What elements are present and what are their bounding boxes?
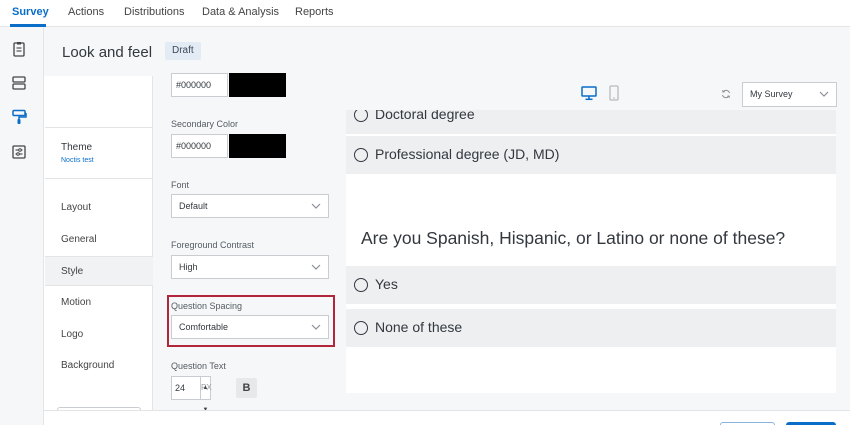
mobile-icon[interactable]	[608, 85, 620, 101]
chevron-down-icon	[819, 91, 829, 97]
survey-preview: Doctoral degree Professional degree (JD,…	[346, 110, 836, 393]
font-select[interactable]: Default	[171, 194, 329, 218]
answer-option-label: Yes	[375, 276, 398, 292]
contrast-label: Foreground Contrast	[171, 240, 255, 250]
primary-color-swatch[interactable]	[229, 73, 286, 97]
font-label: Font	[171, 180, 190, 190]
desktop-icon[interactable]	[581, 85, 597, 101]
survey-options-icon[interactable]	[8, 141, 30, 163]
chevron-down-icon	[311, 203, 321, 209]
page-header: Look and feel Draft	[44, 27, 850, 76]
answer-option[interactable]: Professional degree (JD, MD)	[346, 136, 836, 174]
answer-option-label: None of these	[375, 319, 463, 335]
nav-item-style[interactable]: Style	[45, 256, 153, 286]
question-text: Are you Spanish, Hispanic, or Latino or …	[361, 228, 786, 248]
chevron-down-icon	[311, 264, 321, 270]
radio-button[interactable]	[354, 110, 368, 122]
theme-label: Theme	[61, 142, 93, 153]
tab-data-analysis[interactable]: Data & Analysis	[202, 6, 279, 18]
answer-option[interactable]: None of these	[346, 309, 836, 347]
primary-color-input[interactable]: #000000	[171, 73, 228, 97]
style-settings-panel: #000000 Secondary Color #000000 Font Def…	[153, 73, 346, 413]
question-text-label: Question Text	[171, 361, 226, 371]
survey-selector-value: My Survey	[750, 89, 793, 99]
secondary-color-swatch[interactable]	[229, 134, 286, 158]
preview-gutter	[836, 110, 850, 410]
tool-rail	[0, 27, 44, 425]
secondary-color-input[interactable]: #000000	[171, 134, 228, 158]
theme-name-link[interactable]: Noctis test	[61, 157, 94, 164]
preview-bottom-gutter	[346, 393, 850, 410]
radio-button[interactable]	[354, 278, 368, 292]
status-badge: Draft	[165, 42, 201, 60]
font-select-value: Default	[179, 201, 208, 211]
contrast-select[interactable]: High	[171, 255, 329, 279]
answer-option-label: Professional degree (JD, MD)	[375, 146, 560, 162]
tab-reports[interactable]: Reports	[295, 6, 334, 18]
nav-item-motion[interactable]: Motion	[45, 288, 153, 318]
nav-item-background[interactable]: Background	[45, 351, 153, 381]
radio-button[interactable]	[354, 321, 368, 335]
footer-bar	[44, 410, 850, 425]
nav-item-logo[interactable]: Logo	[45, 320, 153, 350]
stepper-up-icon[interactable]: ▲	[203, 377, 209, 399]
nav-item-general[interactable]: General	[45, 225, 153, 255]
question-text-size-value: 24	[175, 383, 186, 393]
tab-actions[interactable]: Actions	[68, 6, 104, 18]
refresh-icon[interactable]	[721, 89, 731, 99]
nav-item-layout[interactable]: Layout	[45, 193, 153, 223]
answer-option-label: Doctoral degree	[375, 110, 475, 122]
contrast-select-value: High	[179, 262, 198, 272]
look-and-feel-icon[interactable]	[8, 106, 30, 128]
question-spacing-value: Comfortable	[179, 322, 229, 332]
question-spacing-select[interactable]: Comfortable	[171, 315, 329, 339]
survey-icon[interactable]	[8, 38, 30, 60]
tab-survey[interactable]: Survey	[12, 6, 49, 18]
bold-toggle-button[interactable]: B	[236, 378, 257, 398]
top-nav: Survey Actions Distributions Data & Anal…	[0, 0, 850, 27]
settings-nav: Theme Noctis test Layout General Style M…	[45, 76, 153, 413]
answer-option[interactable]: Doctoral degree	[346, 110, 836, 134]
question-text-size-input[interactable]: 24 PX ▲ ▼	[171, 376, 212, 413]
secondary-color-label: Secondary Color	[171, 119, 239, 129]
workflow-icon[interactable]	[8, 72, 30, 94]
chevron-down-icon	[311, 324, 321, 330]
survey-selector[interactable]: My Survey	[742, 82, 837, 107]
question-spacing-label: Question Spacing	[171, 301, 243, 311]
theme-section[interactable]: Theme Noctis test	[45, 127, 153, 179]
tab-distributions[interactable]: Distributions	[124, 6, 185, 18]
size-stepper[interactable]: ▲ ▼	[200, 377, 210, 413]
radio-button[interactable]	[354, 148, 368, 162]
preview-toolbar: My Survey	[346, 76, 850, 110]
page-title: Look and feel	[62, 44, 153, 61]
answer-option[interactable]: Yes	[346, 266, 836, 304]
